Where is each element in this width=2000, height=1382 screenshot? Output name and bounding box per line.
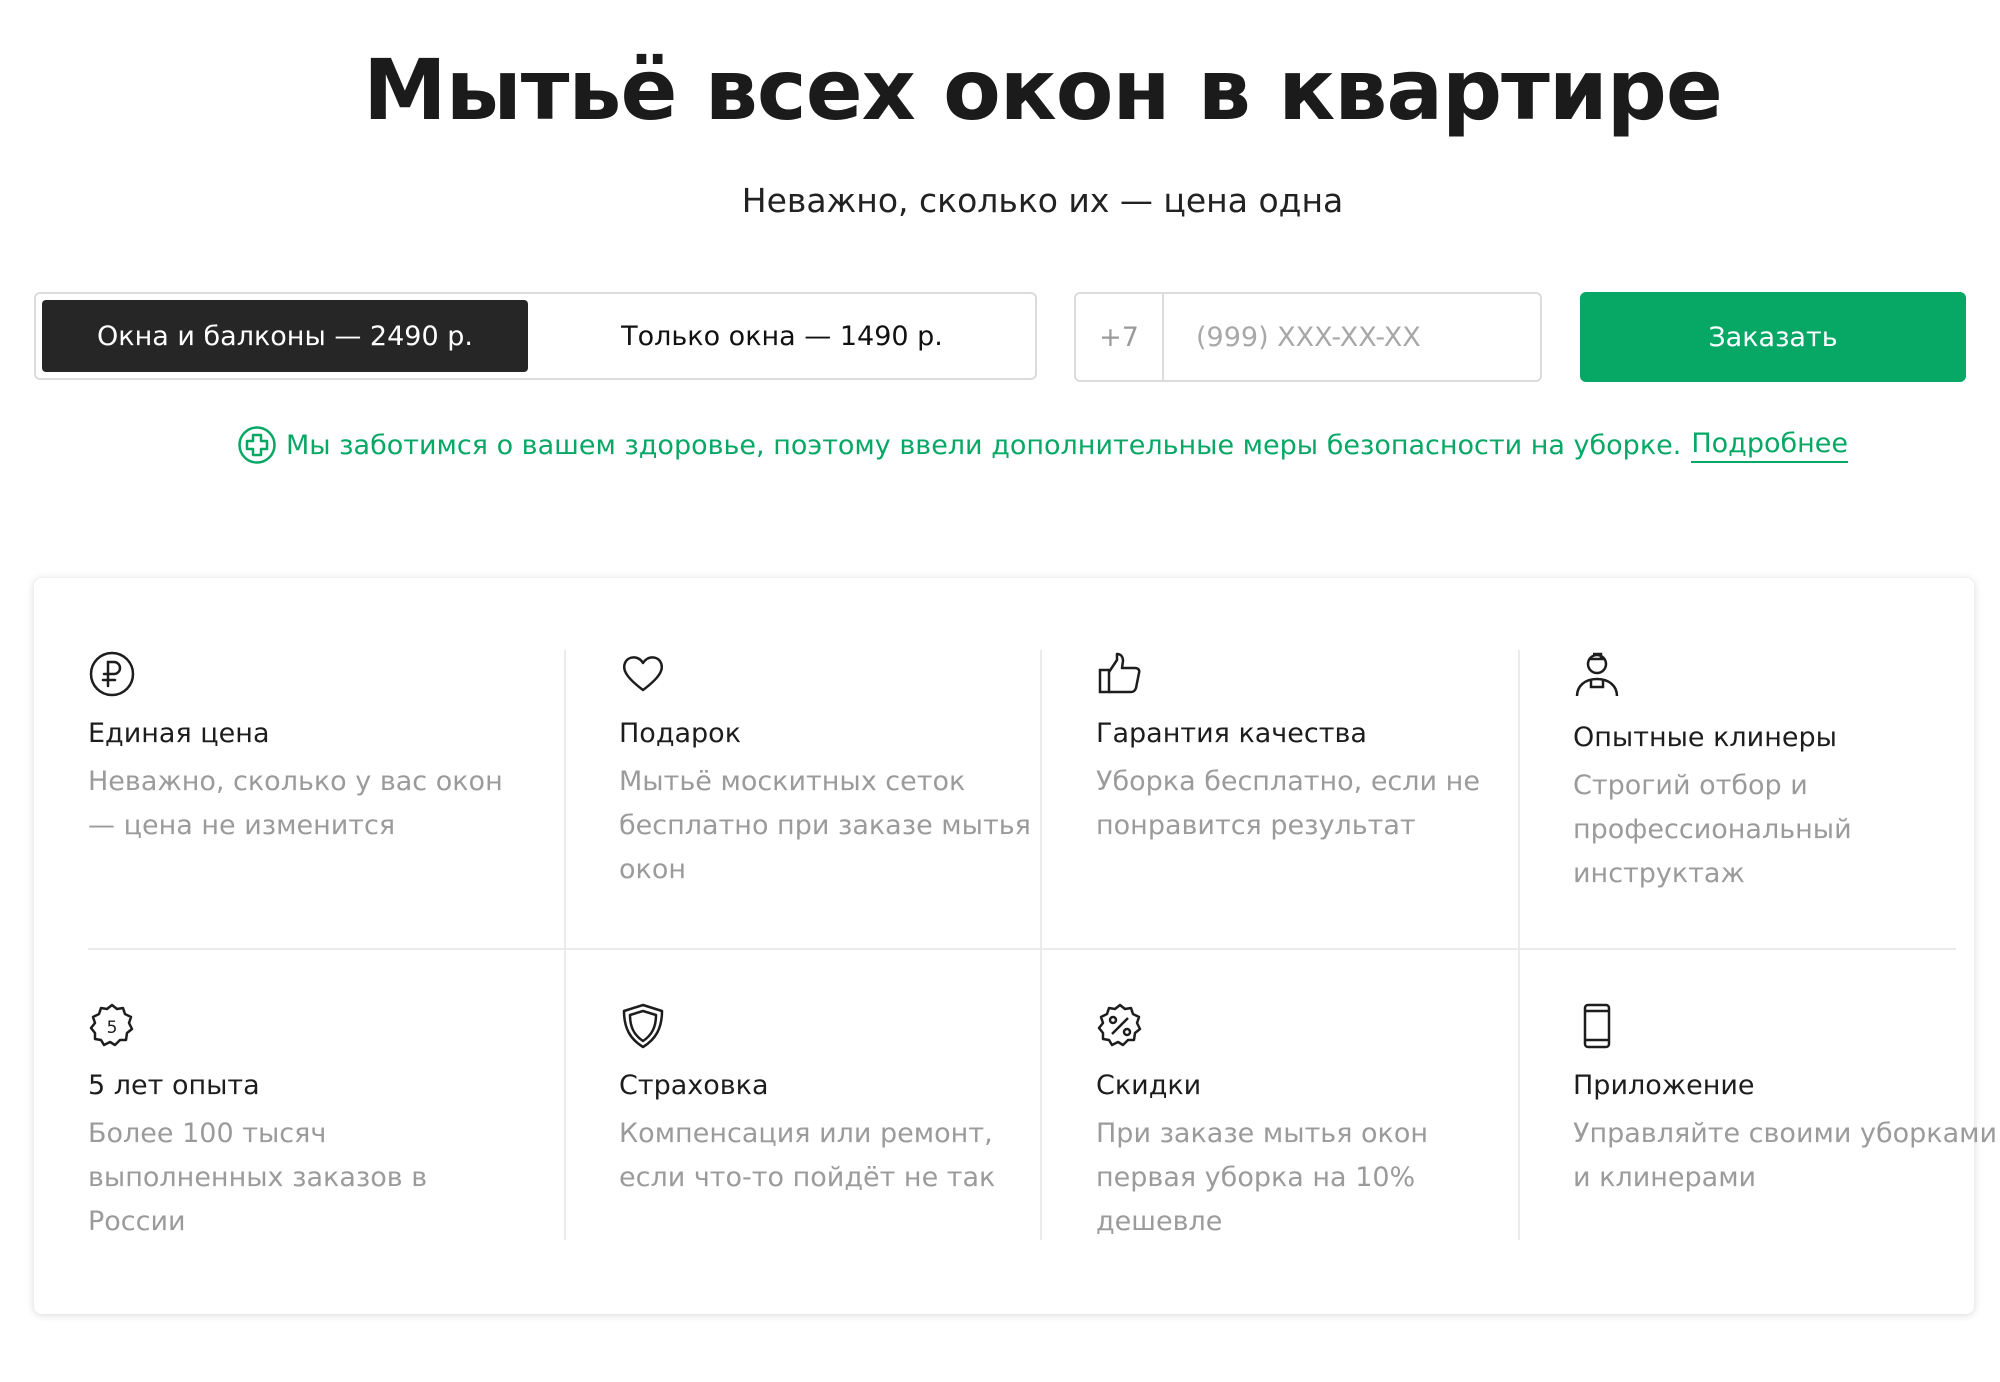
thumbs-up-icon [1098, 652, 1141, 694]
feature-description: Строгий отбор и профессиональный инструк… [1573, 770, 1852, 889]
plus-circle-icon [238, 426, 276, 464]
feature-description: При заказе мытья окон первая уборка на 1… [1096, 1118, 1429, 1237]
ruble-icon [89, 651, 135, 697]
shield-icon [622, 1003, 664, 1049]
order-button[interactable]: Заказать [1580, 292, 1966, 382]
page-subtitle: Неважно, сколько их — цена одна [741, 181, 1344, 220]
feature-description: Более 100 тысяч выполненных заказов в Ро… [88, 1118, 428, 1237]
phone-input[interactable] [1164, 294, 1540, 380]
feature-description: Неважно, сколько у вас окон — цена не из… [88, 766, 503, 841]
feature-title: Подарок [619, 718, 742, 749]
features-column-divider [564, 650, 566, 1240]
price-option-toggle: Окна и балконы — 2490 р. Только окна — 1… [34, 292, 1037, 380]
feature-title: Страховка [619, 1070, 769, 1101]
badge-five-icon: 5 [89, 1003, 134, 1047]
cleaner-icon [1575, 652, 1619, 697]
feature-title: Единая цена [88, 718, 270, 749]
option-label: Окна и балконы — 2490 р. [97, 320, 473, 352]
feature-title: Скидки [1096, 1070, 1202, 1101]
feature-title: Приложение [1573, 1070, 1755, 1101]
smartphone-icon [1583, 1003, 1611, 1049]
feature-description: Мытьё москитных сеток бесплатно при зака… [619, 766, 1031, 885]
discount-badge-icon [1097, 1003, 1142, 1047]
option-windows-and-balconies[interactable]: Окна и балконы — 2490 р. [42, 300, 528, 372]
feature-description: Уборка бесплатно, если не понравится рез… [1096, 766, 1480, 841]
page-title: Мытьё всех окон в квартире [363, 41, 1723, 139]
feature-title: Гарантия качества [1096, 718, 1367, 749]
feature-description: Управляйте своими уборками и клинерами [1573, 1118, 1998, 1193]
phone-country-prefix: +7 [1076, 294, 1164, 380]
features-row-divider [88, 948, 1956, 950]
option-windows-only[interactable]: Только окна — 1490 р. [534, 300, 1030, 372]
feature-title: 5 лет опыта [88, 1070, 260, 1101]
feature-title: Опытные клинеры [1573, 722, 1837, 753]
health-notice: Мы заботимся о вашем здоровье, поэтому в… [0, 425, 2000, 465]
phone-field: +7 [1074, 292, 1542, 382]
feature-description: Компенсация или ремонт, если что-то пойд… [619, 1118, 996, 1193]
badge-five-text: 5 [107, 1018, 118, 1038]
notice-text: Мы заботимся о вашем здоровье, поэтому в… [285, 429, 1682, 461]
option-label: Только окна — 1490 р. [621, 320, 943, 352]
more-info-link[interactable]: Подробнее [1691, 428, 1849, 463]
heart-icon [623, 656, 663, 692]
